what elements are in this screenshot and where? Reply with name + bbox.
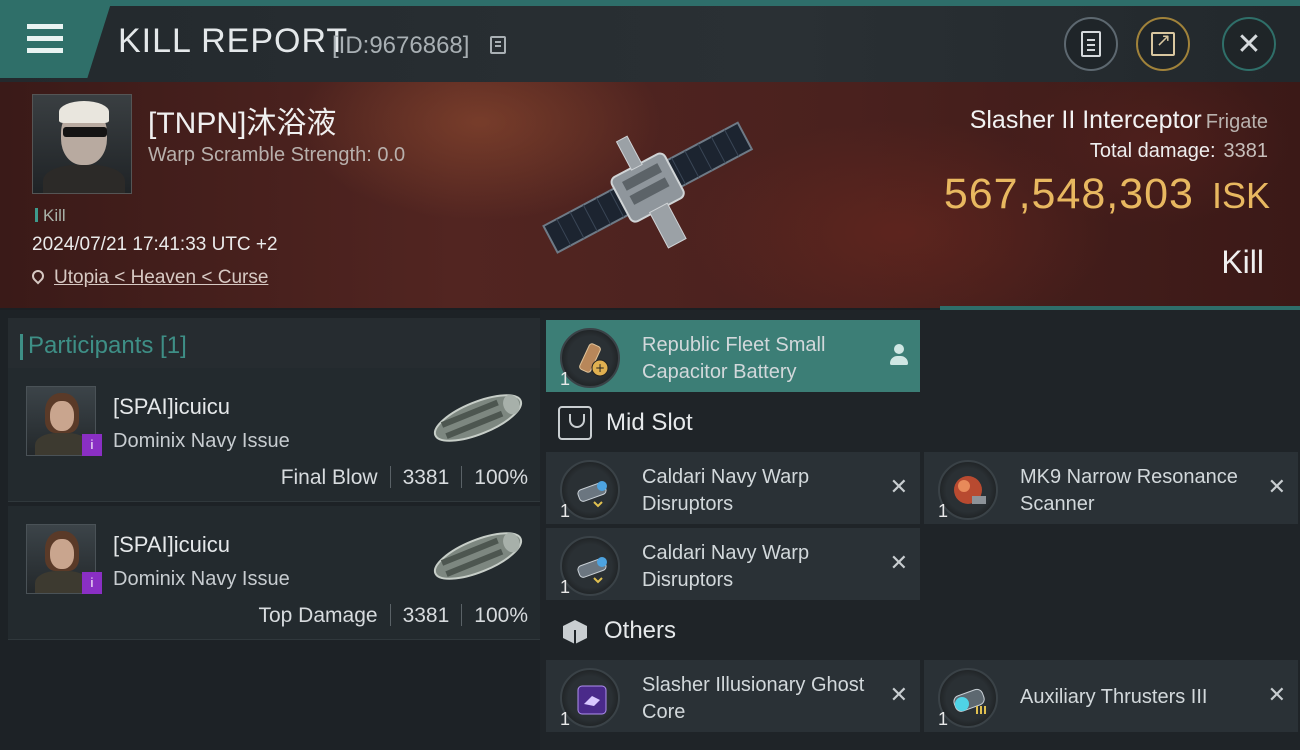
module-item[interactable]: 1 Caldari Navy Warp Disruptors ✕	[546, 528, 920, 600]
isk-value-line: 567,548,303 ISK	[944, 170, 1270, 219]
page-title: KILL REPORT	[118, 22, 349, 60]
module-quantity: 1	[560, 501, 571, 521]
hamburger-icon	[27, 24, 63, 60]
victim-name[interactable]: [TNPN]沐浴液	[148, 98, 336, 142]
victim-ship-image	[542, 121, 754, 254]
report-id: [ID:9676868]	[332, 32, 470, 59]
menu-button[interactable]	[0, 0, 112, 78]
module-item[interactable]: + 1 Republic Fleet Small Capacitor Batte…	[546, 320, 920, 392]
clipboard-button[interactable]	[1064, 17, 1118, 71]
module-name: Caldari Navy Warp Disruptors	[642, 466, 810, 515]
participant-ship-image	[433, 394, 523, 442]
module-quantity: 1	[560, 709, 571, 729]
isk-unit: ISK	[1211, 175, 1270, 216]
participant-stats: Final Blow 3381 100%	[281, 466, 528, 490]
location-pin-icon	[29, 267, 47, 285]
participant-percent: 100%	[474, 604, 528, 627]
destroyed-x-icon: ✕	[1267, 682, 1286, 707]
participant-role: Final Blow	[280, 466, 378, 489]
module-name: Slasher Illusionary Ghost Core	[642, 674, 865, 723]
module-name: Republic Fleet Small Capacitor Battery	[642, 334, 826, 383]
participant-damage: 3381	[402, 466, 450, 489]
participant-name[interactable]: [SPAI]icuicu	[113, 532, 230, 558]
kill-location[interactable]: Utopia < Heaven < Curse	[29, 267, 268, 289]
total-damage-label: Total damage:	[1089, 140, 1216, 162]
mid-slot-icon	[558, 406, 592, 440]
destroyed-x-icon: ✕	[889, 682, 908, 707]
mid-slot-label: Mid Slot	[606, 409, 693, 436]
warp-scramble-strength: Warp Scramble Strength: 0.0	[148, 144, 406, 166]
participant-percent: 100%	[474, 466, 528, 489]
module-name: Auxiliary Thrusters III	[1020, 686, 1208, 708]
title-bar: KILL REPORT [ID:9676868] ✕	[0, 0, 1300, 82]
participant-role: Top Damage	[258, 604, 378, 627]
location-link[interactable]: Utopia < Heaven < Curse	[54, 267, 268, 288]
info-badge-icon: i	[82, 434, 102, 456]
close-icon: ✕	[1236, 27, 1262, 61]
share-button[interactable]	[1136, 17, 1190, 71]
module-name: MK9 Narrow Resonance Scanner	[1020, 466, 1238, 515]
destroyed-x-icon: ✕	[889, 550, 908, 575]
isk-value: 567,548,303	[943, 170, 1194, 218]
module-quantity: 1	[560, 369, 571, 389]
destroyed-x-icon: ✕	[889, 474, 908, 499]
fitting-panel: + 1 Republic Fleet Small Capacitor Batte…	[540, 310, 1300, 750]
module-item[interactable]: 1 MK9 Narrow Resonance Scanner ✕	[924, 452, 1298, 524]
svg-text:+: +	[595, 361, 605, 375]
module-quantity: 1	[938, 709, 949, 729]
share-icon	[1151, 30, 1175, 56]
module-item[interactable]: 1 Slasher Illusionary Ghost Core ✕	[546, 660, 920, 732]
victim-ship-type: Slasher II Interceptor Frigate	[970, 106, 1268, 135]
participants-title: Participants [1]	[20, 332, 187, 360]
close-button[interactable]: ✕	[1222, 17, 1276, 71]
module-item[interactable]: 1 Auxiliary Thrusters III ✕	[924, 660, 1298, 732]
destroyed-x-icon: ✕	[1267, 474, 1286, 499]
mid-slot-header: Mid Slot	[548, 398, 693, 448]
others-header: Others	[548, 606, 676, 656]
participant-card[interactable]: i [SPAI]icuicu Dominix Navy Issue Top Da…	[8, 506, 540, 640]
total-damage-value: 3381	[1223, 140, 1269, 162]
participant-damage: 3381	[402, 604, 450, 627]
module-quantity: 1	[560, 577, 571, 597]
participant-ship: Dominix Navy Issue	[113, 568, 290, 590]
title-bar-accent	[100, 0, 1300, 6]
clipboard-icon	[1081, 31, 1101, 57]
victim-ship-name[interactable]: Slasher II Interceptor	[970, 106, 1202, 134]
module-quantity: 1	[938, 501, 949, 521]
victim-ship-class: Frigate	[1205, 111, 1268, 133]
participants-header: Participants [1]	[8, 318, 540, 372]
participant-stats: Top Damage 3381 100%	[258, 604, 528, 628]
copy-icon[interactable]	[490, 36, 506, 54]
pilot-icon	[890, 344, 908, 366]
total-damage: Total damage: 3381	[1090, 140, 1268, 163]
participant-name[interactable]: [SPAI]icuicu	[113, 394, 230, 420]
result-label: Kill	[1221, 244, 1264, 280]
cargo-box-icon	[560, 616, 590, 646]
module-item[interactable]: 1 Caldari Navy Warp Disruptors ✕	[546, 452, 920, 524]
info-badge-icon: i	[82, 572, 102, 594]
victim-portrait[interactable]	[32, 94, 132, 194]
participant-card[interactable]: i [SPAI]icuicu Dominix Navy Issue Final …	[8, 368, 540, 502]
others-label: Others	[604, 617, 677, 644]
kill-tag: Kill	[35, 206, 66, 226]
kill-timestamp: 2024/07/21 17:41:33 UTC +2	[32, 234, 278, 255]
participant-ship-image	[433, 532, 523, 580]
participant-ship: Dominix Navy Issue	[113, 430, 290, 452]
participants-panel: Participants [1] i [SPAI]icuicu Dominix …	[0, 310, 540, 750]
module-name: Caldari Navy Warp Disruptors	[642, 542, 810, 591]
